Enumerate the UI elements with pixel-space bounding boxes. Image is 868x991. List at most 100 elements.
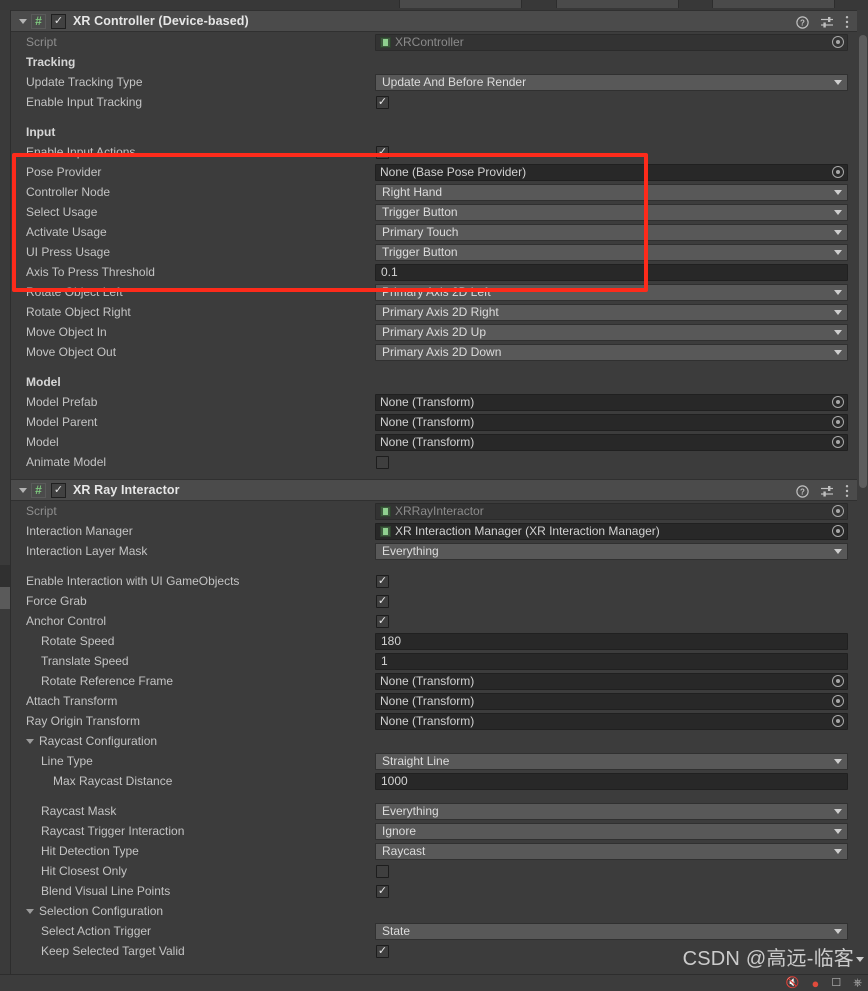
number-input[interactable]: 1	[375, 652, 848, 670]
dropdown-field[interactable]: Primary Axis 2D Right	[375, 303, 848, 321]
property-row: Script XRController	[11, 32, 857, 52]
component-enabled-checkbox[interactable]: ✓	[51, 13, 66, 29]
object-field-content: XRController	[380, 35, 464, 49]
object-field[interactable]: None (Transform)	[375, 692, 848, 710]
dropdown-field[interactable]: Raycast	[375, 842, 848, 860]
chevron-down-icon	[26, 909, 34, 914]
checkbox-toggle[interactable]: ✓	[376, 145, 389, 159]
checkbox-toggle[interactable]: ✓	[376, 884, 389, 898]
field-container: Straight Line	[375, 751, 857, 771]
component-foldout-toggle[interactable]	[15, 487, 31, 493]
chevron-down-icon	[834, 79, 842, 85]
number-input[interactable]: 1000	[375, 772, 848, 790]
object-picker-icon[interactable]	[832, 675, 844, 687]
dropdown-field[interactable]: Primary Axis 2D Left	[375, 283, 848, 301]
checkbox-toggle[interactable]	[376, 864, 389, 878]
dropdown-field[interactable]: Trigger Button	[375, 243, 848, 261]
more-menu-icon[interactable]	[845, 15, 849, 29]
object-picker-icon[interactable]	[832, 396, 844, 408]
dropdown-field[interactable]: Update And Before Render	[375, 73, 848, 91]
dropdown-field[interactable]: Ignore	[375, 822, 848, 840]
object-field[interactable]: XRController	[375, 33, 848, 51]
object-picker-icon[interactable]	[832, 525, 844, 537]
object-field[interactable]: None (Transform)	[375, 393, 848, 411]
object-picker-icon[interactable]	[832, 36, 844, 48]
component-header[interactable]: # ✓ XR Controller (Device-based)?	[11, 10, 857, 32]
window-top-strip	[0, 0, 868, 10]
object-field[interactable]: None (Transform)	[375, 413, 848, 431]
checkbox-toggle[interactable]	[376, 455, 389, 469]
foldout-label: Raycast Configuration	[39, 734, 158, 748]
object-picker-icon[interactable]	[832, 416, 844, 428]
top-tab-segment-1[interactable]	[399, 0, 522, 8]
checkbox-toggle[interactable]: ✓	[376, 944, 389, 958]
dropdown-field[interactable]: State	[375, 922, 848, 940]
dropdown-field[interactable]: Everything	[375, 802, 848, 820]
foldout-selection-configuration[interactable]: Selection Configuration	[11, 904, 375, 918]
component-header[interactable]: # ✓ XR Ray Interactor?	[11, 479, 857, 501]
chevron-down-icon	[834, 249, 842, 255]
checkbox-toggle[interactable]: ✓	[376, 614, 389, 628]
mute-icon[interactable]: 🔇	[786, 977, 800, 989]
property-row: Rotate Object Right Primary Axis 2D Right	[11, 302, 857, 322]
dropdown-field[interactable]: Straight Line	[375, 752, 848, 770]
object-field[interactable]: None (Transform)	[375, 712, 848, 730]
checkbox-toggle[interactable]: ✓	[376, 574, 389, 588]
dropdown-field[interactable]: Primary Axis 2D Down	[375, 343, 848, 361]
property-row: Line Type Straight Line	[11, 751, 857, 771]
object-field-content: None (Transform)	[380, 435, 474, 449]
field-container: Trigger Button	[375, 242, 857, 262]
object-picker-icon[interactable]	[832, 166, 844, 178]
object-field[interactable]: None (Transform)	[375, 672, 848, 690]
dropdown-field[interactable]: Primary Touch	[375, 223, 848, 241]
object-field[interactable]: None (Base Pose Provider)	[375, 163, 848, 181]
scrollbar-thumb[interactable]	[859, 35, 867, 488]
more-menu-icon[interactable]	[845, 484, 849, 498]
property-label: Enable Input Actions	[26, 145, 136, 159]
component-enabled-checkbox[interactable]: ✓	[51, 482, 66, 498]
record-icon[interactable]: ●	[811, 977, 819, 990]
object-field-content: None (Base Pose Provider)	[380, 165, 526, 179]
help-icon[interactable]: ?	[796, 15, 809, 29]
help-icon[interactable]: ?	[796, 484, 809, 498]
number-input[interactable]: 0.1	[375, 263, 848, 281]
field-container: None (Base Pose Provider)	[375, 162, 857, 182]
object-picker-icon[interactable]	[832, 505, 844, 517]
object-picker-icon[interactable]	[832, 715, 844, 727]
object-field[interactable]: None (Transform)	[375, 433, 848, 451]
rail-chip-selected[interactable]	[0, 587, 11, 609]
top-tab-segment-2[interactable]	[556, 0, 679, 8]
property-label: Model Parent	[26, 415, 98, 429]
foldout-raycast-configuration[interactable]: Raycast Configuration	[11, 734, 375, 748]
object-field-content: None (Transform)	[380, 415, 474, 429]
field-container: None (Transform)	[375, 711, 857, 731]
property-label: Blend Visual Line Points	[41, 884, 171, 898]
object-field[interactable]: XR Interaction Manager (XR Interaction M…	[375, 522, 848, 540]
property-row: Force Grab ✓	[11, 591, 857, 611]
audio-icon[interactable]: ⎈	[853, 977, 862, 989]
checkbox-toggle[interactable]: ✓	[376, 594, 389, 608]
property-label: Translate Speed	[41, 654, 129, 668]
object-picker-icon[interactable]	[832, 695, 844, 707]
property-label: Rotate Object Right	[26, 305, 131, 319]
no-camera-icon[interactable]: ☐	[831, 977, 841, 989]
preset-icon[interactable]	[820, 485, 834, 498]
checkbox-toggle[interactable]: ✓	[376, 95, 389, 109]
dropdown-value: Ignore	[382, 824, 417, 838]
component-header-icons: ?	[796, 11, 849, 33]
dropdown-field[interactable]: Primary Axis 2D Up	[375, 323, 848, 341]
component-foldout-toggle[interactable]	[15, 18, 31, 24]
dropdown-field[interactable]: Trigger Button	[375, 203, 848, 221]
dropdown-field[interactable]: Right Hand	[375, 183, 848, 201]
field-container: Primary Axis 2D Up	[375, 322, 857, 342]
inspector-window: # ✓ XR Controller (Device-based)? Script XRC…	[0, 0, 868, 991]
preset-icon[interactable]	[820, 16, 834, 29]
object-field[interactable]: XRRayInteractor	[375, 502, 848, 520]
dropdown-field[interactable]: Everything	[375, 542, 848, 560]
object-picker-icon[interactable]	[832, 436, 844, 448]
vertical-scrollbar[interactable]	[857, 10, 868, 977]
top-tab-segment-3[interactable]	[712, 0, 835, 8]
number-input[interactable]: 180	[375, 632, 848, 650]
object-field-value: None (Transform)	[380, 415, 475, 429]
property-label: Model	[26, 375, 61, 389]
